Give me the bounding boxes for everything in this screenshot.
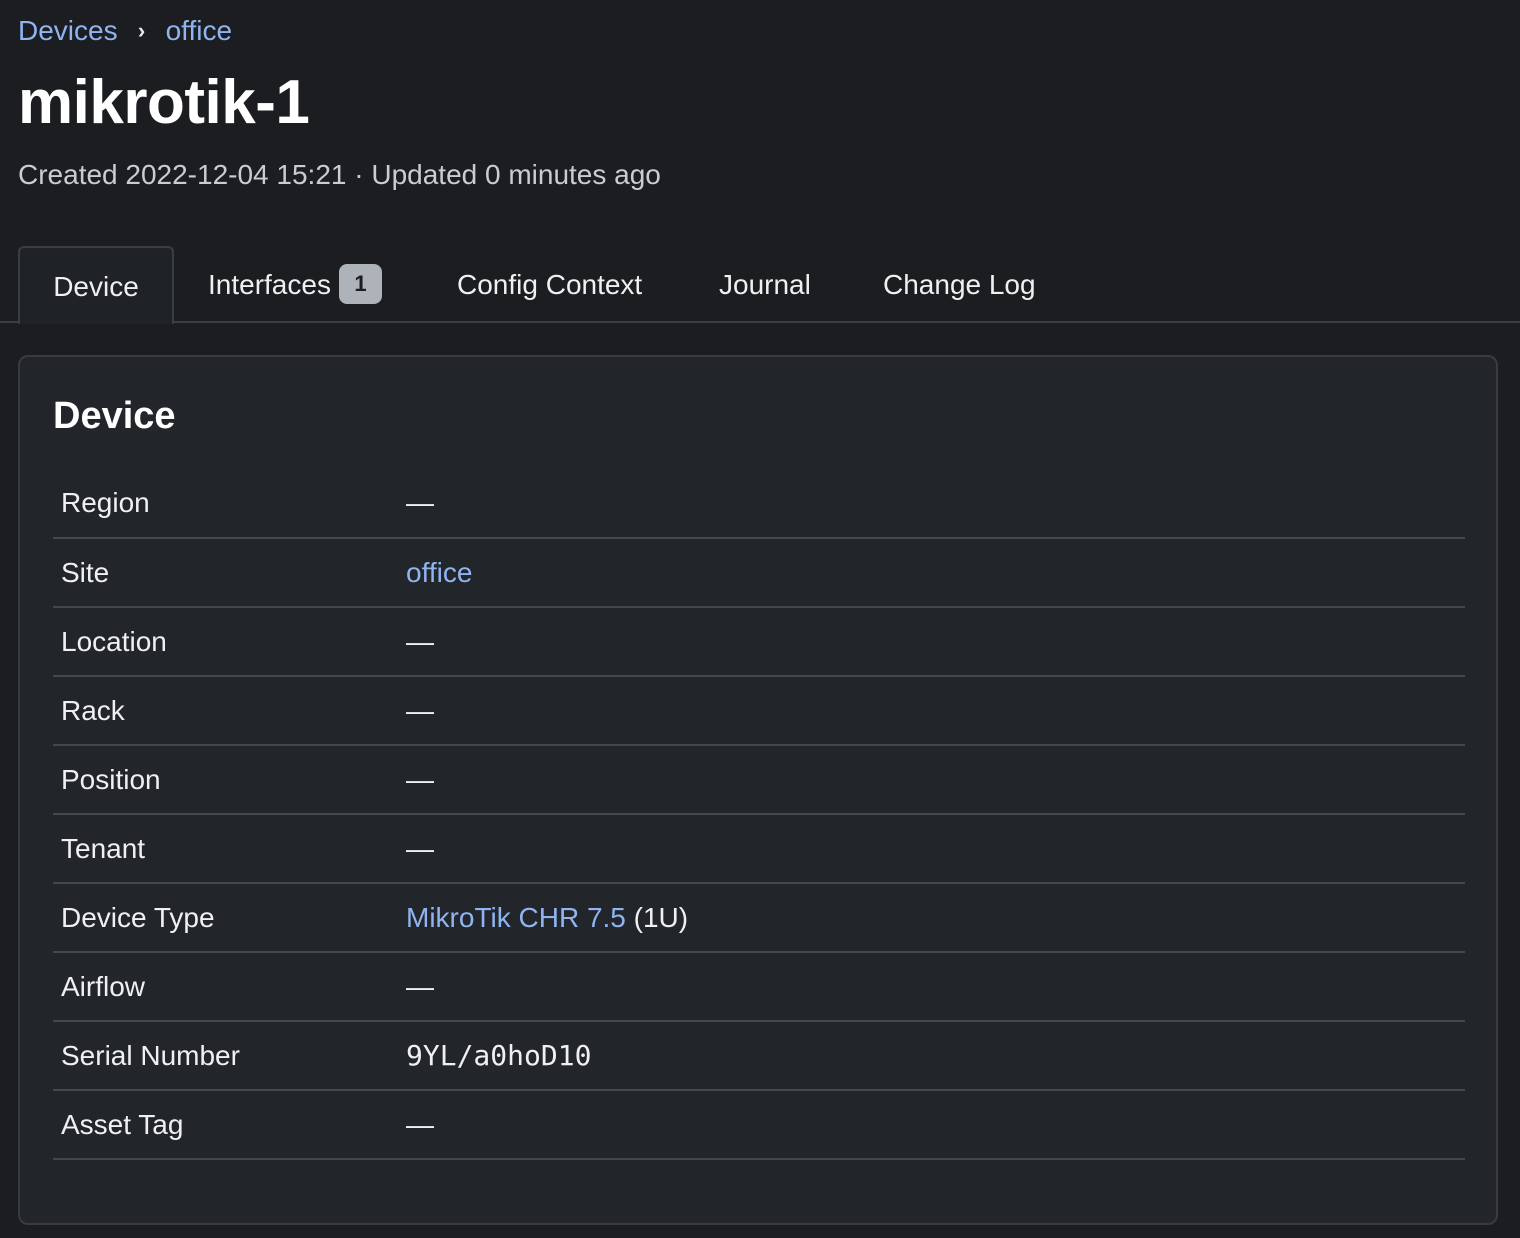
site-link[interactable]: office [406, 557, 472, 588]
row-label: Airflow [61, 970, 146, 1002]
breadcrumb: Devices › office [18, 14, 232, 48]
tab-change-log-label: Change Log [883, 269, 1036, 300]
tab-device[interactable]: Device [18, 246, 174, 324]
page-meta: Created 2022-12-04 15:21 · Updated 0 min… [18, 159, 661, 190]
table-row: Tenant — [53, 814, 1465, 883]
row-label: Tenant [61, 832, 146, 864]
row-label: Rack [61, 694, 125, 726]
device-card: Device Region — Site office Location — R… [18, 355, 1498, 1225]
interfaces-count-badge: 1 [338, 263, 382, 304]
table-row: Location — [53, 607, 1465, 676]
row-label: Device Type [61, 901, 215, 933]
tab-config-context-label: Config Context [457, 269, 643, 300]
table-row: Region — [53, 469, 1465, 538]
region-value: — [406, 487, 434, 518]
tab-interfaces[interactable]: Interfaces 1 [208, 246, 382, 323]
table-row: Serial Number 9YL/a0hoD10 [53, 1021, 1465, 1090]
tab-journal-label: Journal [719, 269, 811, 300]
serial-number-value: 9YL/a0hoD10 [406, 1039, 592, 1072]
row-label: Site [61, 556, 110, 588]
device-attributes-table: Region — Site office Location — Rack — P… [53, 469, 1465, 1160]
tab-interfaces-label: Interfaces [208, 269, 331, 300]
table-row: Rack — [53, 676, 1465, 745]
chevron-right-icon: › [137, 18, 146, 43]
tab-change-log[interactable]: Change Log [883, 246, 1036, 323]
tab-journal[interactable]: Journal [719, 246, 811, 323]
table-row: Site office [53, 538, 1465, 607]
tab-device-label: Device [53, 271, 139, 302]
tab-bar: Device Interfaces 1 Config Context Journa… [0, 246, 1520, 324]
table-row: Position — [53, 745, 1465, 814]
rack-value: — [406, 694, 434, 726]
card-title: Device [53, 395, 176, 437]
tenant-value: — [406, 832, 434, 864]
breadcrumb-devices-link[interactable]: Devices [18, 14, 118, 48]
location-value: — [406, 625, 434, 657]
airflow-value: — [406, 970, 434, 1002]
tab-config-context[interactable]: Config Context [457, 246, 642, 323]
table-row: Asset Tag — [53, 1090, 1465, 1159]
asset-tag-value: — [406, 1108, 434, 1140]
table-row: Airflow — [53, 952, 1465, 1021]
row-label: Position [61, 763, 161, 795]
row-label: Asset Tag [61, 1108, 184, 1140]
row-label: Region [61, 487, 150, 518]
device-type-height: (1U) [633, 901, 689, 933]
row-label: Location [61, 625, 167, 657]
row-label: Serial Number [61, 1039, 240, 1071]
position-value: — [406, 763, 434, 795]
table-row: Device Type MikroTik CHR 7.5 (1U) [53, 883, 1465, 952]
breadcrumb-office-link[interactable]: office [166, 14, 232, 48]
device-type-link[interactable]: MikroTik CHR 7.5 [406, 902, 626, 933]
page-title: mikrotik-1 [18, 68, 310, 137]
